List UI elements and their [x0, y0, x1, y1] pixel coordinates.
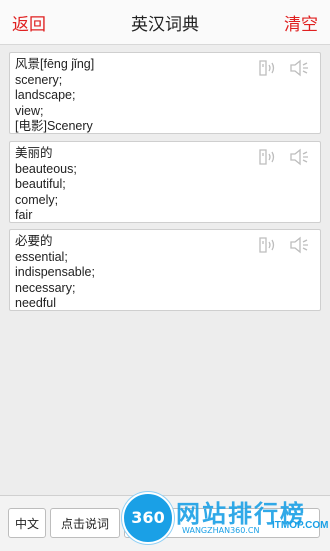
- entry-meaning: needful: [15, 296, 57, 310]
- entry-meaning: beautiful;: [15, 177, 66, 191]
- voice-replay-icon[interactable]: [256, 147, 280, 167]
- voice-replay-icon[interactable]: [256, 58, 280, 78]
- speaker-icon[interactable]: [288, 58, 312, 78]
- entry-meaning: landscape;: [15, 88, 76, 102]
- entry-meaning: necessary;: [15, 280, 76, 295]
- speaker-icon[interactable]: [288, 235, 312, 255]
- word-input[interactable]: [124, 508, 320, 538]
- entry-meaning: comely;: [15, 192, 59, 207]
- translation-card: 风景[fēng jǐng] scenery; landscape; view; …: [9, 52, 321, 134]
- top-bar: 返回 英汉词典 清空: [0, 0, 330, 45]
- clear-button[interactable]: 清空: [284, 10, 318, 35]
- speaker-icon[interactable]: [288, 147, 312, 167]
- voice-replay-icon[interactable]: [256, 235, 280, 255]
- entry-meaning: fair: [15, 208, 33, 222]
- entry-meaning: indispensable;: [15, 265, 95, 279]
- bottom-input-bar: 中文 点击说词: [0, 495, 330, 551]
- page-title: 英汉词典: [131, 15, 199, 35]
- entry-meaning: view;: [15, 103, 44, 118]
- voice-input-button[interactable]: 点击说词: [50, 508, 120, 538]
- language-toggle-button[interactable]: 中文: [8, 508, 46, 538]
- entry-meaning: [电影]Scenery: [15, 119, 93, 133]
- translation-card: 美丽的 beauteous; beautiful; comely; fair: [9, 141, 321, 223]
- translation-card: 必要的 essential; indispensable; necessary;…: [9, 229, 321, 311]
